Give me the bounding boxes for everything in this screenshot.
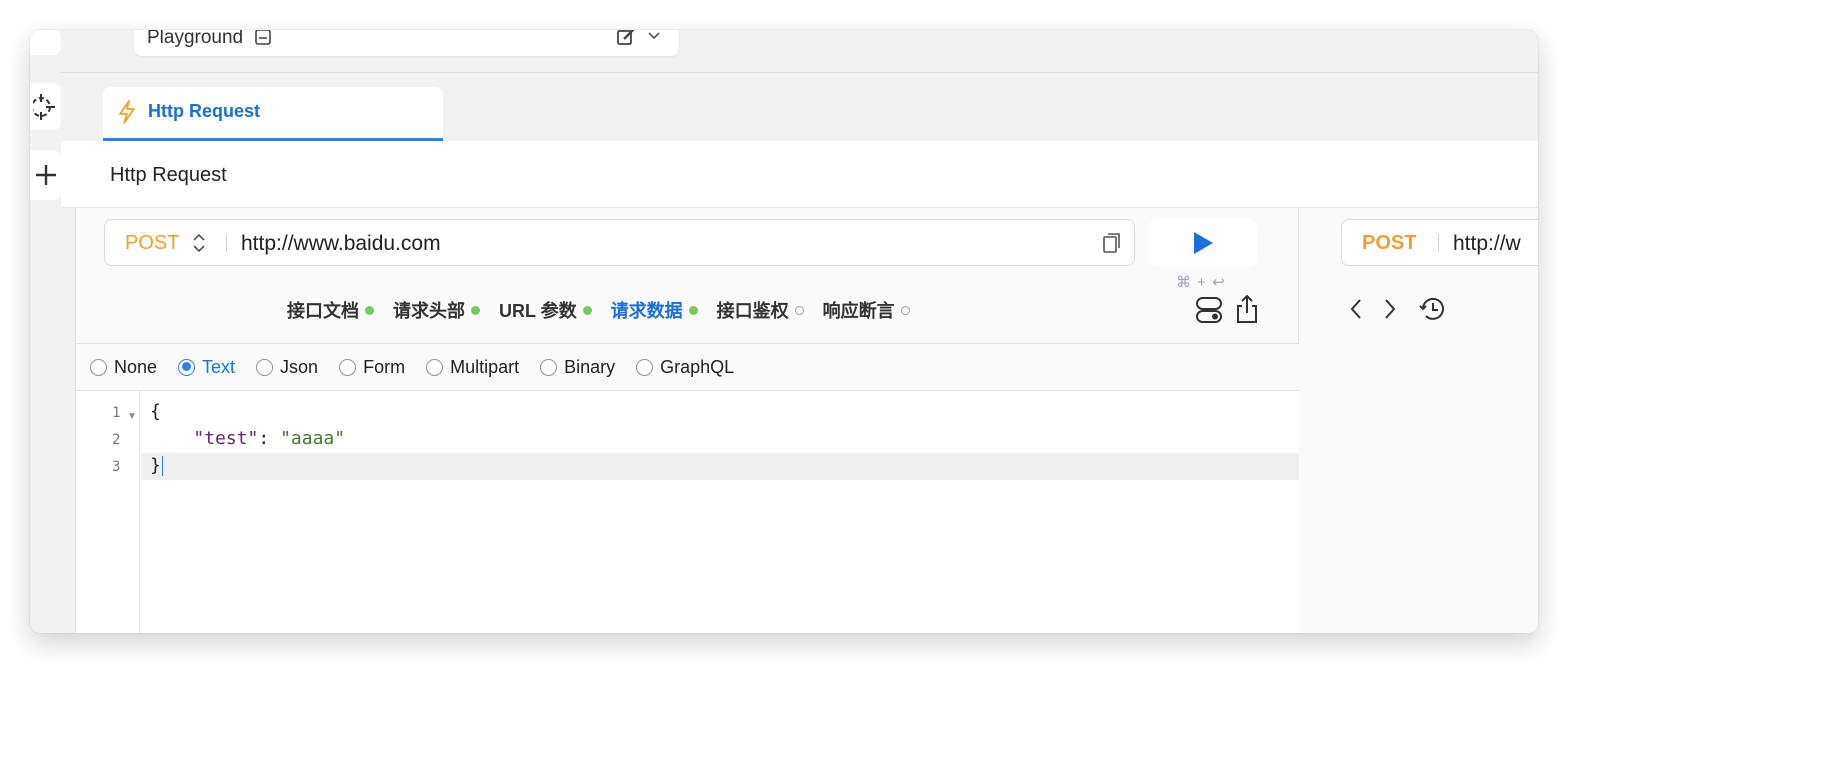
url-separator <box>1438 234 1439 252</box>
sidebar-top-button[interactable] <box>30 30 61 55</box>
status-dot <box>582 305 592 315</box>
request-pane: POST http://www.baidu.com ⌘ + ↩ 接口文档 请求头… <box>76 208 1299 633</box>
subtab-auth[interactable]: 接口鉴权 <box>717 297 804 323</box>
text-cursor <box>161 456 163 476</box>
sidebar-target-button[interactable] <box>30 83 61 130</box>
crosshair-icon <box>32 93 55 120</box>
copy-icon[interactable] <box>1102 232 1122 254</box>
radio-button[interactable] <box>540 358 558 376</box>
body-type-text[interactable]: Text <box>178 357 235 378</box>
code-line: "test": "aaaa" <box>193 428 346 449</box>
sidebar-add-button[interactable] <box>30 150 61 200</box>
radio-button[interactable] <box>339 358 357 376</box>
status-dot <box>688 305 698 315</box>
body-type-binary[interactable]: Binary <box>540 357 615 378</box>
share-icon[interactable] <box>1235 294 1259 324</box>
up-down-caret-icon[interactable] <box>192 232 206 254</box>
status-dot <box>794 305 804 315</box>
send-shortcut-hint: ⌘ + ↩ <box>1176 274 1226 291</box>
workspace-selector[interactable]: Playground <box>134 30 679 56</box>
body-type-none[interactable]: None <box>90 357 157 378</box>
body-type-selector: None Text Json Form Multipart Binary Gra… <box>76 343 1299 391</box>
line-number: 1 <box>112 405 121 421</box>
app-window: Playground Http Request Http Request POS… <box>30 30 1538 633</box>
subtab-assertions[interactable]: 响应断言 <box>823 297 910 323</box>
line-gutter: 1 ▼ 2 3 <box>76 391 140 633</box>
toggle-settings-icon[interactable] <box>1195 296 1223 324</box>
back-icon[interactable] <box>1349 297 1363 321</box>
method-select[interactable]: POST <box>125 232 179 255</box>
send-button[interactable] <box>1149 219 1257 266</box>
request-subtabs: 接口文档 请求头部 URL 参数 请求数据 接口鉴权 响应断言 <box>287 296 929 324</box>
bolt-icon <box>119 100 135 124</box>
plus-icon <box>35 165 56 185</box>
top-bar: Playground <box>61 30 1538 73</box>
document-icon <box>255 30 271 45</box>
status-dot <box>365 305 374 315</box>
subtab-api-docs[interactable]: 接口文档 <box>287 297 374 323</box>
subtab-headers[interactable]: 请求头部 <box>393 297 480 323</box>
tab-label: Http Request <box>148 101 260 121</box>
title-row: Http Request <box>61 141 1538 208</box>
play-icon <box>1194 231 1213 254</box>
url-separator <box>226 234 227 252</box>
response-url: http://w <box>1453 232 1521 255</box>
workspace-label: Playground <box>147 30 244 48</box>
subtab-request-body[interactable]: 请求数据 <box>611 297 698 323</box>
main-content: POST http://www.baidu.com ⌘ + ↩ 接口文档 请求头… <box>75 208 1538 633</box>
fold-arrow-icon[interactable]: ▼ <box>127 411 137 422</box>
response-method: POST <box>1362 232 1417 254</box>
code-line: } <box>150 455 163 476</box>
url-input[interactable]: http://www.baidu.com <box>241 232 441 256</box>
line-number: 2 <box>112 432 121 448</box>
page-title[interactable]: Http Request <box>110 164 227 187</box>
line-number: 3 <box>112 459 121 475</box>
status-dot <box>900 305 910 315</box>
active-line-highlight <box>141 453 1299 480</box>
response-url-bar: POST http://w <box>1341 219 1538 266</box>
body-type-graphql[interactable]: GraphQL <box>636 357 734 378</box>
forward-icon[interactable] <box>1383 297 1397 321</box>
radio-button[interactable] <box>178 358 196 376</box>
chevron-down-icon[interactable] <box>647 31 661 41</box>
radio-button[interactable] <box>426 358 444 376</box>
subtab-url-params[interactable]: URL 参数 <box>499 297 592 323</box>
response-pane: POST http://w <box>1300 208 1538 633</box>
radio-button[interactable] <box>90 358 107 376</box>
code-editor[interactable]: 1 ▼ 2 3 { "test": "aaaa" } <box>76 391 1299 633</box>
body-type-multipart[interactable]: Multipart <box>426 357 519 378</box>
radio-button[interactable] <box>636 358 654 376</box>
code-line: { <box>150 401 161 422</box>
body-type-form[interactable]: Form <box>339 357 405 378</box>
edit-icon[interactable] <box>617 30 637 46</box>
radio-button[interactable] <box>256 358 274 376</box>
tab-http-request[interactable]: Http Request <box>103 87 443 141</box>
status-dot <box>471 305 480 315</box>
history-icon[interactable] <box>1418 295 1446 323</box>
body-type-json[interactable]: Json <box>256 357 318 378</box>
url-bar: POST http://www.baidu.com <box>104 219 1135 266</box>
